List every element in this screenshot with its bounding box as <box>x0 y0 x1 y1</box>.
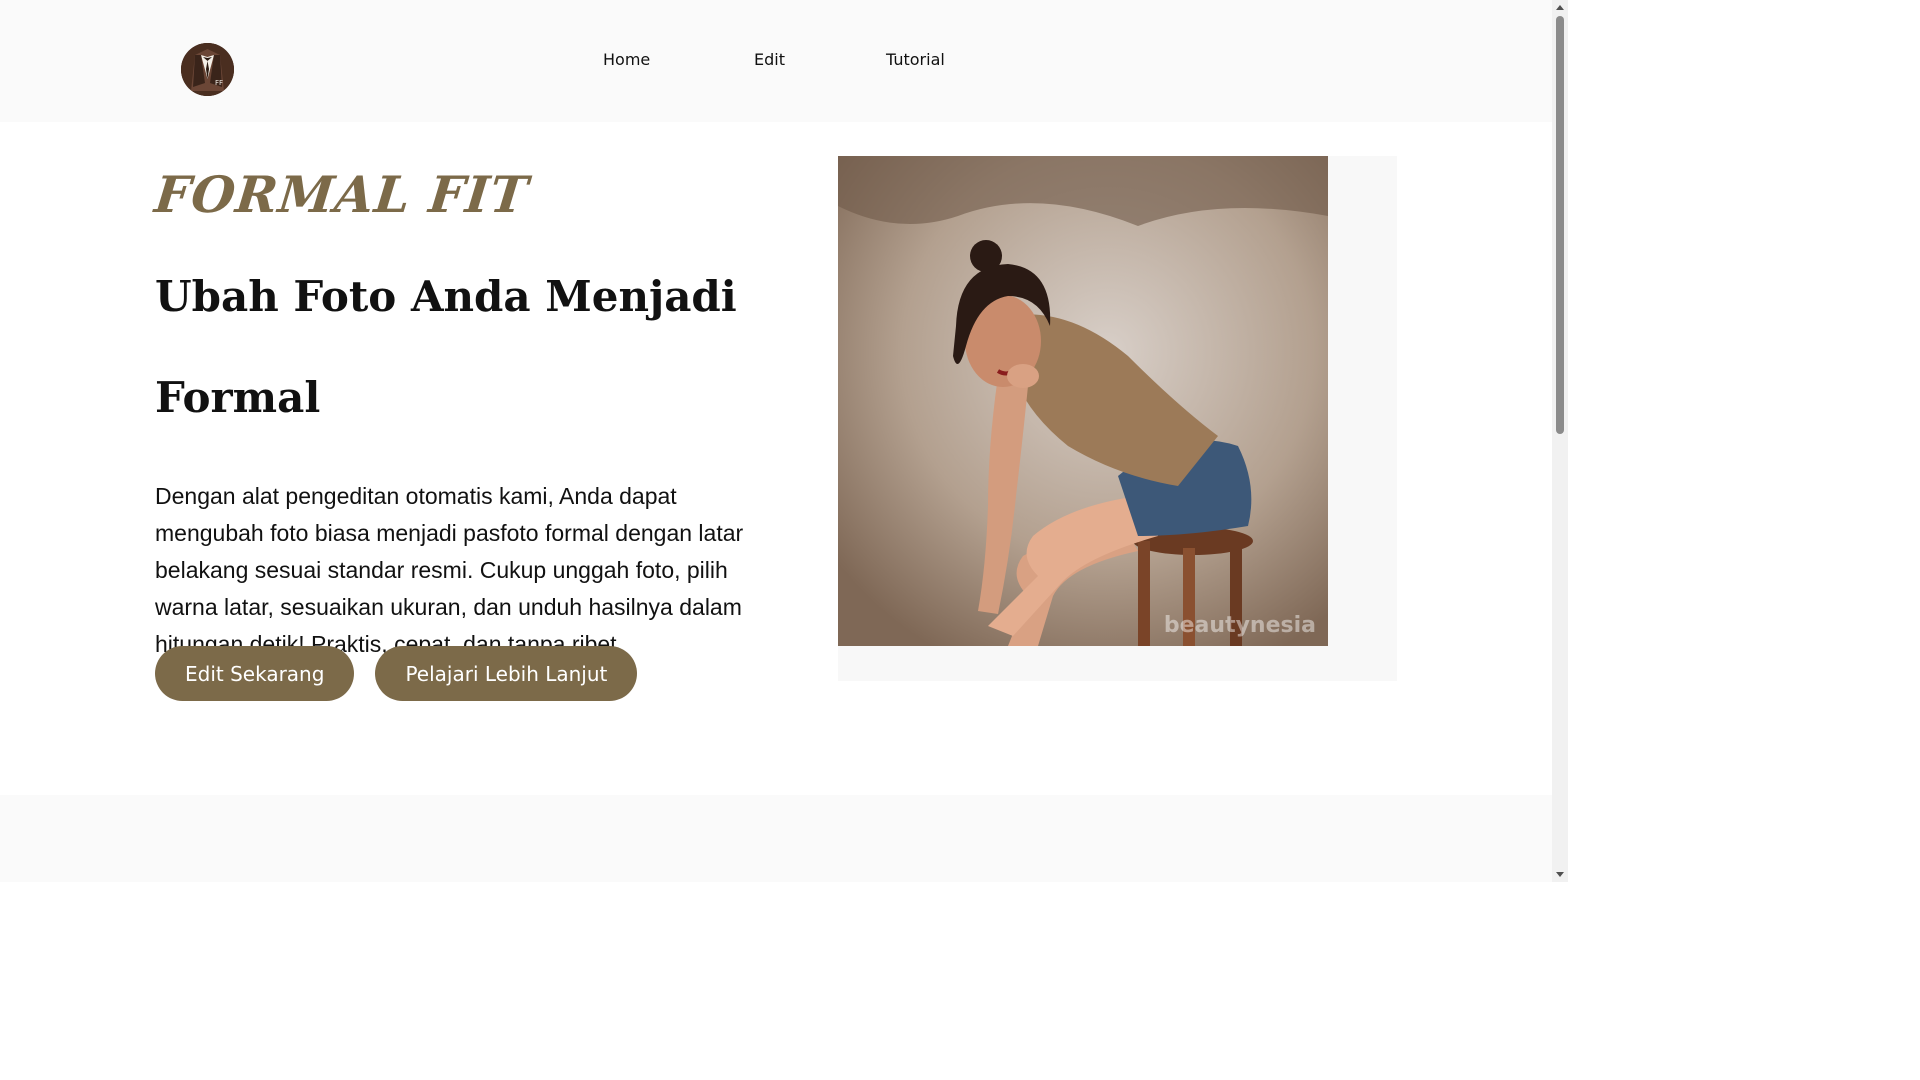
headline-line-1: Ubah Foto Anda Menjadi <box>155 272 737 321</box>
nav-link-home[interactable]: Home <box>603 50 650 69</box>
scroll-thumb[interactable] <box>1556 16 1564 434</box>
logo[interactable]: FF <box>181 43 234 96</box>
scroll-up-icon[interactable] <box>1556 5 1564 10</box>
hero-image-frame: beautynesia <box>838 156 1397 681</box>
tuxedo-icon: FF <box>181 43 234 96</box>
hero-text-section: FORMAL FIT Ubah Foto Anda Menjadi Formal… <box>152 160 775 663</box>
brand-title: FORMAL FIT <box>151 165 532 224</box>
hero-description: Dengan alat pengeditan otomatis kami, An… <box>155 483 744 657</box>
headline-line-2: Formal <box>155 373 321 422</box>
edit-now-button[interactable]: Edit Sekarang <box>155 646 355 701</box>
svg-text:FF: FF <box>215 79 223 87</box>
learn-more-button[interactable]: Pelajari Lebih Lanjut <box>375 646 638 701</box>
navbar: FF Home Edit Tutorial <box>0 0 1552 122</box>
next-section-band <box>0 795 1552 882</box>
nav-link-edit[interactable]: Edit <box>754 50 785 69</box>
scrollbar[interactable] <box>1552 0 1568 882</box>
nav-link-tutorial[interactable]: Tutorial <box>886 50 945 69</box>
scroll-down-icon[interactable] <box>1556 872 1564 877</box>
photo-watermark: beautynesia <box>1163 613 1316 638</box>
page: FF Home Edit Tutorial FORMAL FIT Ubah Fo… <box>0 0 1568 882</box>
hero-headline: Ubah Foto Anda Menjadi Formal <box>155 246 755 448</box>
hero-photo: beautynesia <box>838 156 1328 646</box>
model-photo-illustration <box>838 156 1328 646</box>
hero-buttons: Edit Sekarang Pelajari Lebih Lanjut <box>155 646 638 701</box>
